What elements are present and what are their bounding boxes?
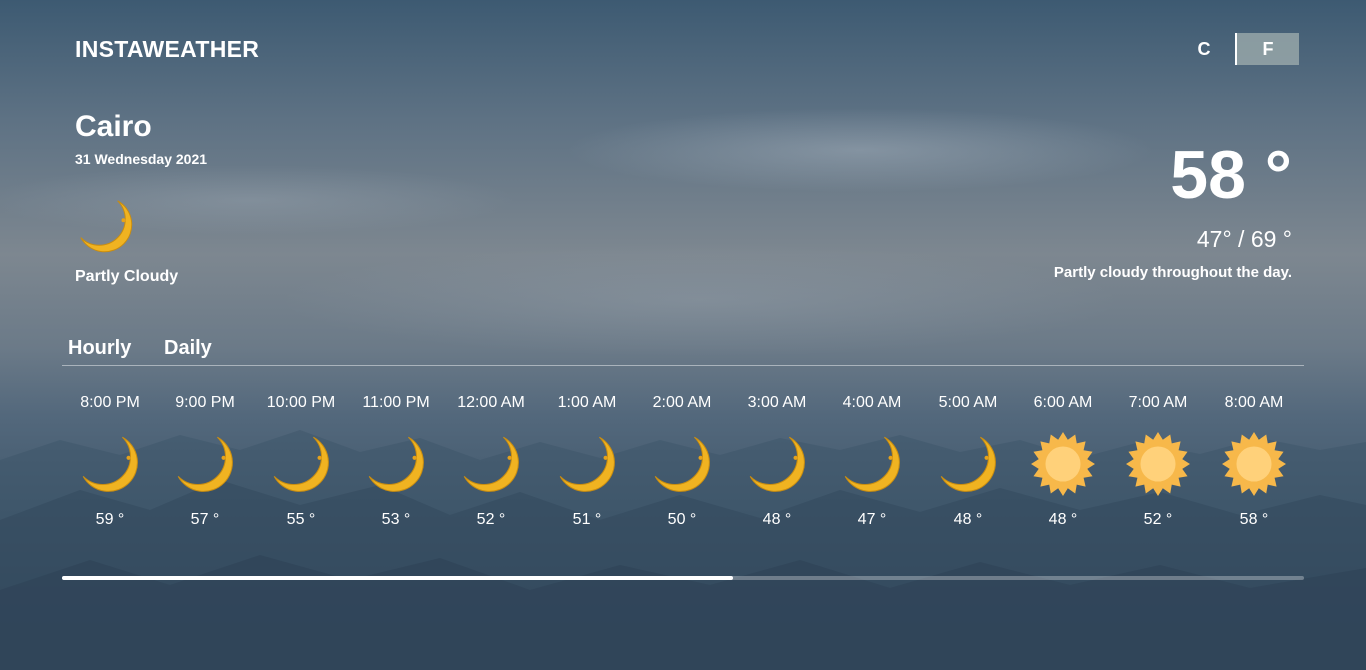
hourly-time: 3:00 AM — [747, 394, 807, 411]
forecast-tabs: Hourly Daily — [62, 336, 1304, 366]
hourly-temperature: 51 ° — [572, 511, 602, 528]
app-logo: INSTAWEATHER — [75, 36, 260, 62]
hourly-time: 10:00 PM — [266, 394, 336, 411]
hourly-time: 2:00 AM — [652, 394, 712, 411]
hourly-temperature: 59 ° — [95, 511, 125, 528]
city-name: Cairo — [75, 110, 152, 143]
hourly-item: 11:00 PM 53 ° — [348, 393, 444, 529]
scrollbar-thumb[interactable] — [62, 576, 733, 580]
fahrenheit-button[interactable]: F — [1237, 33, 1299, 65]
hourly-time: 8:00 AM — [1224, 394, 1284, 411]
hourly-item: 2:00 AM 50 ° — [634, 393, 730, 529]
hourly-time: 12:00 AM — [457, 394, 525, 411]
moon-icon — [844, 436, 900, 492]
hourly-time: 9:00 PM — [175, 394, 235, 411]
hourly-item: 9:00 PM 57 ° — [157, 393, 253, 529]
hourly-item: 8:00 PM 59 ° — [62, 393, 158, 529]
hourly-time: 1:00 AM — [557, 394, 617, 411]
hourly-temperature: 48 ° — [1048, 511, 1078, 528]
hourly-time: 7:00 AM — [1128, 394, 1188, 411]
horizontal-scrollbar[interactable] — [62, 576, 1304, 580]
hourly-item: 3:00 AM 48 ° — [729, 393, 825, 529]
hourly-time: 5:00 AM — [938, 394, 998, 411]
moon-icon — [273, 436, 329, 492]
unit-toggle: C F — [1173, 33, 1299, 65]
current-date: 31 Wednesday 2021 — [75, 151, 208, 167]
sun-icon — [1222, 432, 1286, 496]
celsius-button[interactable]: C — [1173, 33, 1237, 65]
hourly-temperature: 55 ° — [286, 511, 316, 528]
hourly-temperature: 48 ° — [762, 511, 792, 528]
hourly-time: 6:00 AM — [1033, 394, 1093, 411]
hourly-temperature: 47 ° — [857, 511, 887, 528]
hourly-item: 8:00 AM 58 ° — [1206, 393, 1302, 529]
hourly-temperature: 53 ° — [381, 511, 411, 528]
hourly-item: 6:00 AM 48 ° — [1015, 393, 1111, 529]
moon-icon — [80, 200, 133, 253]
temperature-range: 47° / 69 ° — [1196, 226, 1292, 252]
hourly-temperature: 48 ° — [953, 511, 983, 528]
hourly-time: 8:00 PM — [80, 394, 140, 411]
moon-icon — [463, 436, 519, 492]
weather-summary: Partly cloudy throughout the day. — [1053, 264, 1292, 281]
current-temperature: 58 ° — [1170, 137, 1292, 213]
hourly-item: 12:00 AM 52 ° — [443, 393, 539, 529]
hourly-temperature: 57 ° — [190, 511, 220, 528]
tab-hourly[interactable]: Hourly — [68, 337, 131, 360]
hourly-item: 1:00 AM 51 ° — [539, 393, 635, 529]
tab-daily[interactable]: Daily — [164, 337, 212, 360]
moon-icon — [368, 436, 424, 492]
moon-icon — [654, 436, 710, 492]
hourly-item: 4:00 AM 47 ° — [824, 393, 920, 529]
moon-icon — [559, 436, 615, 492]
hourly-forecast-list: 8:00 PM 59 ° 9:00 PM 57 ° 10:00 PM 55 ° 11:00 … — [62, 393, 1304, 543]
hourly-temperature: 52 ° — [476, 511, 506, 528]
hourly-item: 7:00 AM 52 ° — [1110, 393, 1206, 529]
hourly-time: 11:00 PM — [362, 394, 430, 411]
moon-icon — [940, 436, 996, 492]
sun-icon — [1126, 432, 1190, 496]
hourly-item: 5:00 AM 48 ° — [920, 393, 1016, 529]
current-condition: Partly Cloudy — [75, 268, 179, 285]
hourly-temperature: 58 ° — [1239, 511, 1269, 528]
moon-icon — [749, 436, 805, 492]
hourly-temperature: 50 ° — [667, 511, 697, 528]
hourly-item: 10:00 PM 55 ° — [253, 393, 349, 529]
moon-icon — [177, 436, 233, 492]
weather-app: INSTAWEATHER C F Cairo 31 Wednesday 2021… — [0, 0, 1366, 670]
sun-icon — [1031, 432, 1095, 496]
hourly-temperature: 52 ° — [1143, 511, 1173, 528]
hourly-time: 4:00 AM — [842, 394, 902, 411]
moon-icon — [82, 436, 138, 492]
